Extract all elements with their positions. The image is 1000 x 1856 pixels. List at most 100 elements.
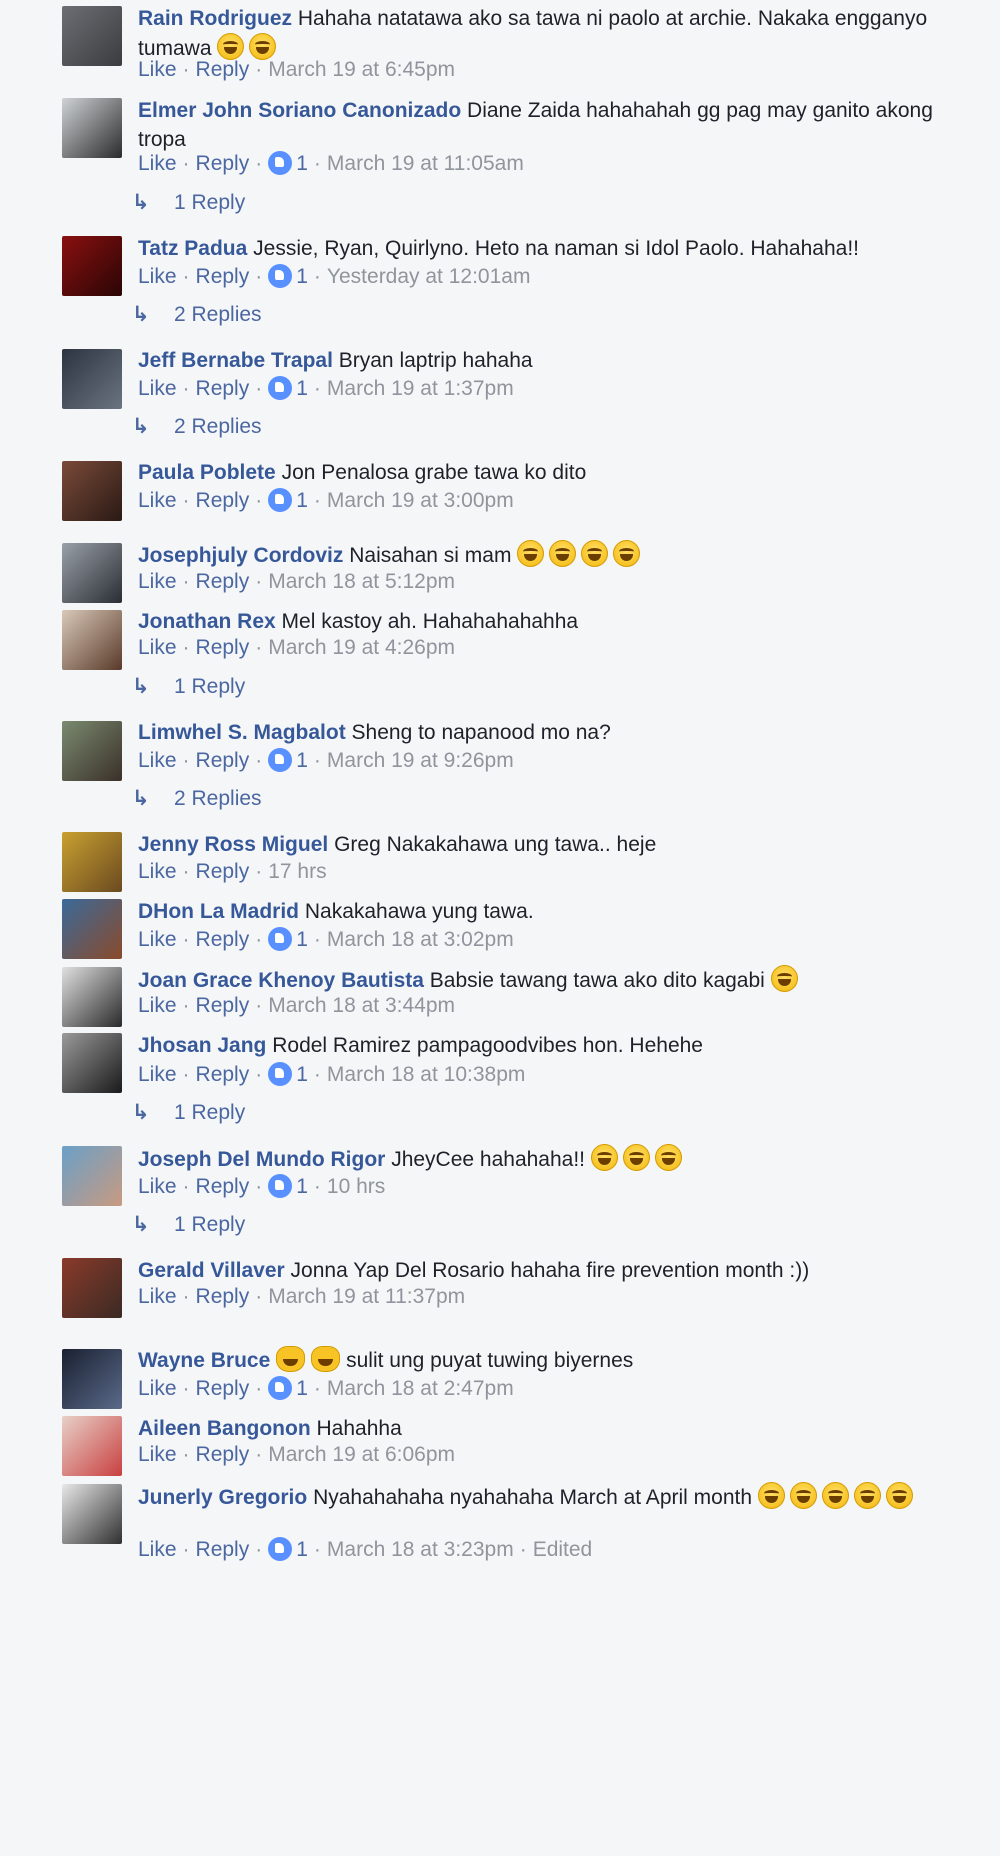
reply-link[interactable]: Reply [196, 1175, 250, 1198]
comment-timestamp[interactable]: March 18 at 3:23pm [327, 1538, 514, 1561]
thumbs-up-icon[interactable] [268, 927, 293, 951]
avatar[interactable] [62, 349, 122, 409]
comment-author[interactable]: Gerald Villaver [138, 1259, 285, 1282]
like-link[interactable]: Like [138, 1063, 177, 1086]
comment-author[interactable]: Josephjuly Cordoviz [138, 544, 343, 567]
avatar[interactable] [62, 543, 122, 603]
comment-author[interactable]: Jhosan Jang [138, 1034, 266, 1057]
avatar[interactable] [62, 1416, 122, 1476]
comment-timestamp[interactable]: March 19 at 6:06pm [268, 1443, 455, 1466]
like-count[interactable]: 1 [296, 1175, 308, 1198]
comment-author[interactable]: Aileen Bangonon [138, 1417, 311, 1440]
comment-timestamp[interactable]: March 19 at 11:05am [327, 152, 524, 175]
view-replies-link[interactable]: ↳ 2 Replies [132, 302, 262, 327]
thumbs-up-icon[interactable] [268, 151, 293, 175]
thumbs-up-icon[interactable] [268, 748, 293, 772]
comment-author[interactable]: Rain Rodriguez [138, 7, 292, 30]
avatar[interactable] [62, 610, 122, 670]
avatar[interactable] [62, 899, 122, 959]
like-link[interactable]: Like [138, 58, 177, 81]
view-replies-link[interactable]: ↳ 1 Reply [132, 1212, 245, 1237]
avatar[interactable] [62, 1349, 122, 1409]
reply-link[interactable]: Reply [196, 749, 250, 772]
like-link[interactable]: Like [138, 570, 177, 593]
comment-timestamp[interactable]: March 18 at 3:02pm [327, 928, 514, 951]
like-count[interactable]: 1 [296, 928, 308, 951]
comment-timestamp[interactable]: March 19 at 3:00pm [327, 489, 514, 512]
avatar[interactable] [62, 98, 122, 158]
thumbs-up-icon[interactable] [268, 264, 293, 288]
comment-author[interactable]: Junerly Gregorio [138, 1486, 307, 1509]
view-replies-link[interactable]: ↳ 2 Replies [132, 414, 262, 439]
like-link[interactable]: Like [138, 265, 177, 288]
comment-author[interactable]: Tatz Padua [138, 237, 247, 260]
edited-label[interactable]: Edited [533, 1538, 593, 1561]
reply-link[interactable]: Reply [196, 1063, 250, 1086]
reply-link[interactable]: Reply [196, 58, 250, 81]
comment-author[interactable]: Jonathan Rex [138, 610, 276, 633]
comment-author[interactable]: Joseph Del Mundo Rigor [138, 1148, 385, 1171]
avatar[interactable] [62, 1258, 122, 1318]
comment-timestamp[interactable]: March 18 at 2:47pm [327, 1377, 514, 1400]
reply-link[interactable]: Reply [196, 570, 250, 593]
comment-author[interactable]: Jenny Ross Miguel [138, 833, 328, 856]
comment-author[interactable]: Limwhel S. Magbalot [138, 721, 346, 744]
comment-author[interactable]: Joan Grace Khenoy Bautista [138, 969, 424, 992]
comment-author[interactable]: Jeff Bernabe Trapal [138, 349, 333, 372]
comment-timestamp[interactable]: March 18 at 10:38pm [327, 1063, 525, 1086]
thumbs-up-icon[interactable] [268, 376, 293, 400]
like-count[interactable]: 1 [296, 489, 308, 512]
thumbs-up-icon[interactable] [268, 1376, 293, 1400]
reply-link[interactable]: Reply [196, 860, 250, 883]
like-link[interactable]: Like [138, 1285, 177, 1308]
like-link[interactable]: Like [138, 994, 177, 1017]
like-count[interactable]: 1 [296, 265, 308, 288]
view-replies-link[interactable]: ↳ 1 Reply [132, 674, 245, 699]
avatar[interactable] [62, 1033, 122, 1093]
comment-timestamp[interactable]: March 19 at 9:26pm [327, 749, 514, 772]
reply-link[interactable]: Reply [196, 1285, 250, 1308]
avatar[interactable] [62, 6, 122, 66]
like-link[interactable]: Like [138, 152, 177, 175]
like-count[interactable]: 1 [296, 749, 308, 772]
like-link[interactable]: Like [138, 749, 177, 772]
like-count[interactable]: 1 [296, 1063, 308, 1086]
comment-author[interactable]: DHon La Madrid [138, 900, 299, 923]
avatar[interactable] [62, 721, 122, 781]
reply-link[interactable]: Reply [196, 1377, 250, 1400]
comment-author[interactable]: Paula Poblete [138, 461, 276, 484]
avatar[interactable] [62, 236, 122, 296]
like-link[interactable]: Like [138, 636, 177, 659]
like-link[interactable]: Like [138, 1175, 177, 1198]
view-replies-link[interactable]: ↳ 1 Reply [132, 1100, 245, 1125]
comment-timestamp[interactable]: Yesterday at 12:01am [327, 265, 531, 288]
like-link[interactable]: Like [138, 489, 177, 512]
reply-link[interactable]: Reply [196, 489, 250, 512]
like-link[interactable]: Like [138, 860, 177, 883]
comment-author[interactable]: Wayne Bruce [138, 1349, 270, 1372]
like-count[interactable]: 1 [296, 152, 308, 175]
view-replies-link[interactable]: ↳ 2 Replies [132, 786, 262, 811]
thumbs-up-icon[interactable] [268, 1062, 293, 1086]
reply-link[interactable]: Reply [196, 265, 250, 288]
comment-timestamp[interactable]: March 19 at 6:45pm [268, 58, 455, 81]
like-count[interactable]: 1 [296, 377, 308, 400]
like-count[interactable]: 1 [296, 1377, 308, 1400]
avatar[interactable] [62, 832, 122, 892]
reply-link[interactable]: Reply [196, 636, 250, 659]
avatar[interactable] [62, 1146, 122, 1206]
comment-timestamp[interactable]: 10 hrs [327, 1175, 385, 1198]
like-count[interactable]: 1 [296, 1538, 308, 1561]
avatar[interactable] [62, 967, 122, 1027]
view-replies-link[interactable]: ↳ 1 Reply [132, 190, 245, 215]
comment-timestamp[interactable]: March 19 at 4:26pm [268, 636, 455, 659]
reply-link[interactable]: Reply [196, 928, 250, 951]
like-link[interactable]: Like [138, 377, 177, 400]
like-link[interactable]: Like [138, 1377, 177, 1400]
like-link[interactable]: Like [138, 1538, 177, 1561]
comment-timestamp[interactable]: March 19 at 1:37pm [327, 377, 514, 400]
thumbs-up-icon[interactable] [268, 488, 293, 512]
comment-timestamp[interactable]: March 18 at 5:12pm [268, 570, 455, 593]
comment-timestamp[interactable]: March 18 at 3:44pm [268, 994, 455, 1017]
like-link[interactable]: Like [138, 928, 177, 951]
